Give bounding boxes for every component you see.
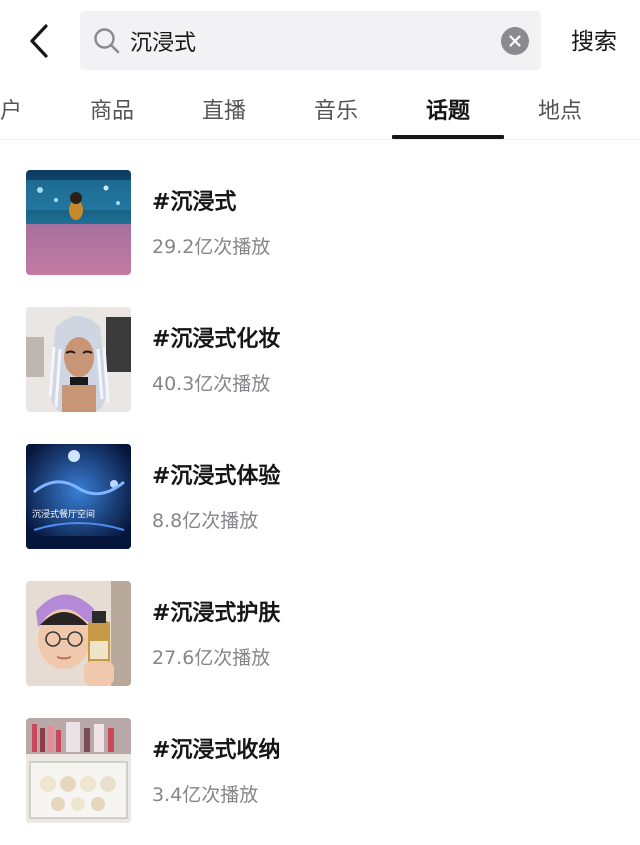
topic-title: #沉浸式收纳: [152, 738, 281, 763]
search-box[interactable]: [80, 11, 541, 70]
topic-title: #沉浸式体验: [152, 464, 281, 489]
aquarium-thumbnail: [26, 170, 131, 275]
venue-thumbnail: 沉浸式餐厅空间: [26, 444, 131, 549]
topic-title: #沉浸式: [152, 190, 237, 215]
topic-item[interactable]: 沉浸式餐厅空间 #沉浸式体验 8.8亿次播放: [0, 414, 640, 551]
tab-live[interactable]: 直播: [174, 92, 274, 132]
tab-music[interactable]: 音乐: [286, 92, 386, 132]
back-button[interactable]: [22, 22, 56, 60]
active-tab-indicator: [392, 135, 504, 139]
tab-places[interactable]: 地点: [510, 92, 610, 132]
chevron-left-icon: [30, 24, 48, 58]
clear-search-button[interactable]: [501, 27, 529, 55]
topic-play-count: 29.2亿次播放: [152, 236, 271, 258]
makeup-thumbnail: [26, 307, 131, 412]
topic-item[interactable]: #沉浸式化妆 40.3亿次播放: [0, 277, 640, 414]
storage-thumbnail: [26, 718, 131, 823]
search-icon: [94, 28, 120, 54]
topic-title: #沉浸式化妆: [152, 327, 281, 352]
topic-play-count: 40.3亿次播放: [152, 373, 271, 395]
tab-users[interactable]: 户: [0, 92, 26, 132]
search-input[interactable]: [130, 11, 490, 70]
topic-play-count: 8.8亿次播放: [152, 510, 259, 532]
topic-item[interactable]: #沉浸式 29.2亿次播放: [0, 140, 640, 277]
skincare-thumbnail: [26, 581, 131, 686]
topic-item[interactable]: #沉浸式护肤 27.6亿次播放: [0, 551, 640, 688]
search-button[interactable]: 搜索: [559, 22, 629, 62]
category-tabs: 户 商品 直播 音乐 话题 地点: [0, 84, 640, 140]
topic-item[interactable]: #沉浸式收纳 3.4亿次播放: [0, 688, 640, 825]
topic-play-count: 3.4亿次播放: [152, 784, 259, 806]
topic-title: #沉浸式护肤: [152, 601, 281, 626]
top-bar: 搜索: [0, 0, 640, 84]
close-icon: [509, 35, 521, 47]
tab-products[interactable]: 商品: [62, 92, 162, 132]
tab-topics[interactable]: 话题: [398, 92, 498, 132]
topic-play-count: 27.6亿次播放: [152, 647, 271, 669]
thumbnail-caption: 沉浸式餐厅空间: [32, 510, 96, 520]
